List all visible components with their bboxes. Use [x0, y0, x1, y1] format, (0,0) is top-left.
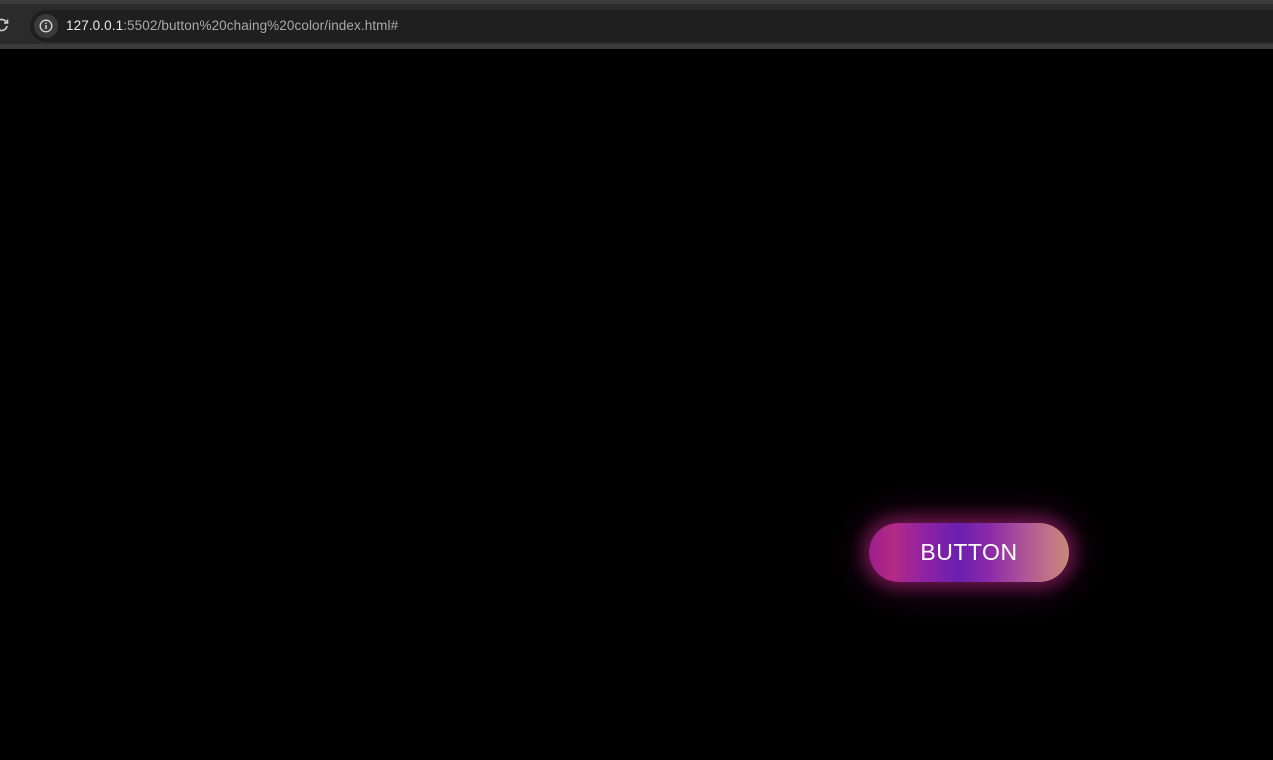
page-viewport: BUTTON	[0, 49, 1273, 760]
info-icon[interactable]	[34, 14, 58, 38]
tab-strip-edge	[0, 0, 1273, 4]
url-host: 127.0.0.1	[66, 18, 124, 33]
reload-icon[interactable]	[0, 17, 10, 33]
address-bar[interactable]: 127.0.0.1:5502/button%20chaing%20color/i…	[30, 10, 1273, 42]
gradient-button[interactable]: BUTTON	[869, 523, 1069, 582]
browser-toolbar: 127.0.0.1:5502/button%20chaing%20color/i…	[0, 0, 1273, 49]
url-path: :5502/button%20chaing%20color/index.html…	[123, 18, 399, 33]
url-text[interactable]: 127.0.0.1:5502/button%20chaing%20color/i…	[66, 18, 398, 34]
